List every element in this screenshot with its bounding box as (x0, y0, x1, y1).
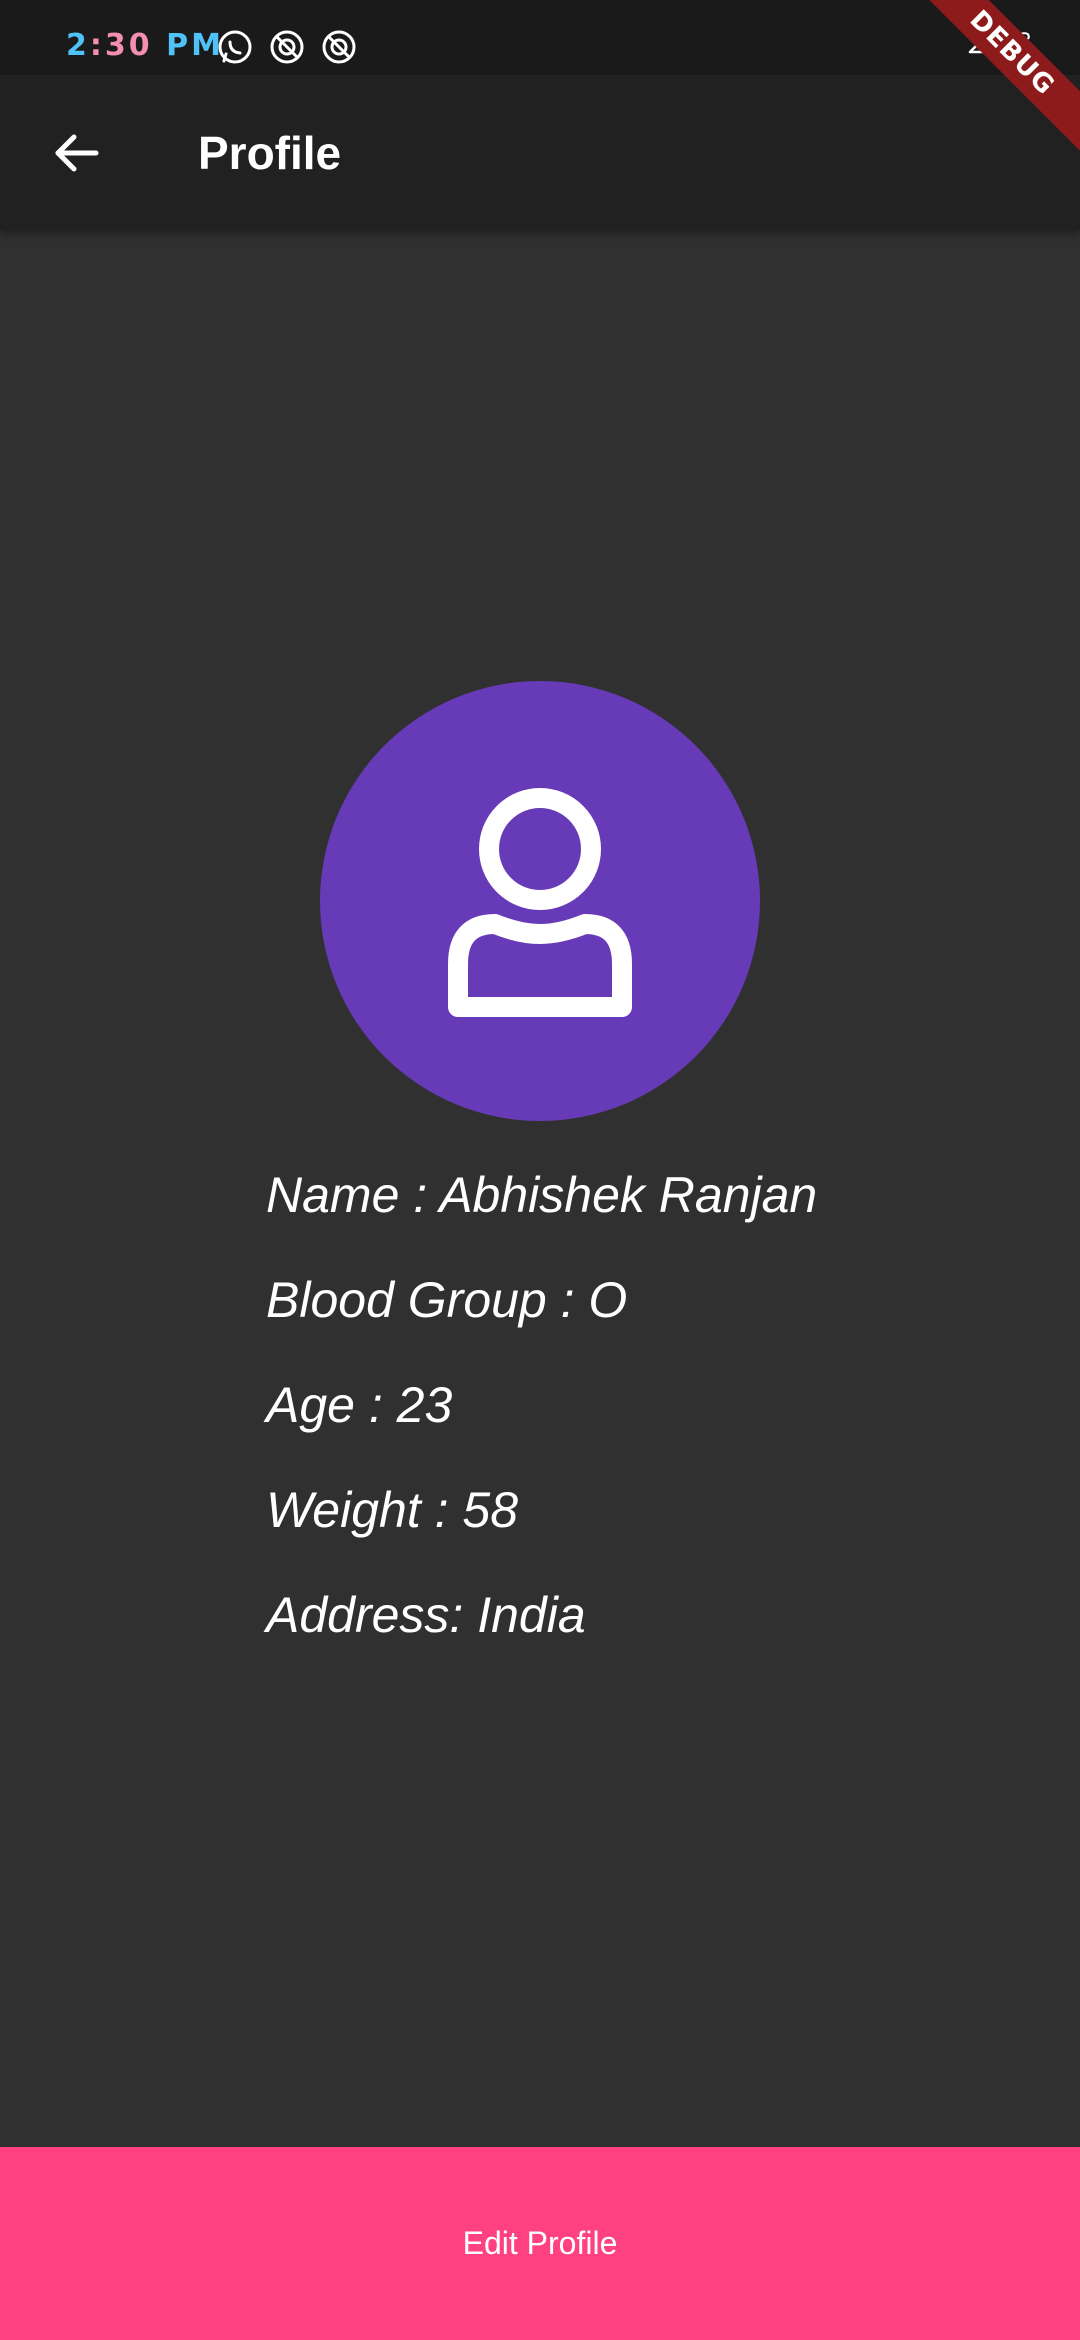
status-time-minutes: :30 (89, 28, 153, 63)
profile-weight: Weight : 58 (266, 1482, 519, 1538)
edit-profile-button[interactable]: Edit Profile (0, 2147, 1080, 2340)
profile-blood-group: Blood Group : O (266, 1272, 628, 1328)
profile-age: Age : 23 (266, 1377, 453, 1433)
profile-address: Address: India (266, 1587, 586, 1643)
arrow-back-icon (50, 127, 102, 184)
profile-name: Name : Abhishek Ranjan (266, 1167, 818, 1223)
page-title: Profile (198, 127, 342, 179)
back-button[interactable] (36, 115, 116, 195)
status-bar: 2:30 PM (0, 0, 1080, 75)
status-time: 2:30 PM (66, 28, 224, 64)
app-bar: Profile (0, 75, 1080, 230)
status-time-hour: 2 (66, 28, 90, 63)
sync-disabled-icon (268, 28, 306, 66)
person-outline-icon (430, 779, 650, 1024)
whatsapp-icon (216, 28, 254, 66)
notification-icons (216, 28, 358, 66)
avatar (320, 681, 760, 1121)
sync-disabled-icon (320, 28, 358, 66)
profile-screen: 2:30 PM DEBUG Profile Name: Abhishek Ra… (0, 0, 1080, 2340)
profile-details: Name : Abhishek Ranjan Blood Group : O A… (266, 1165, 1026, 1690)
